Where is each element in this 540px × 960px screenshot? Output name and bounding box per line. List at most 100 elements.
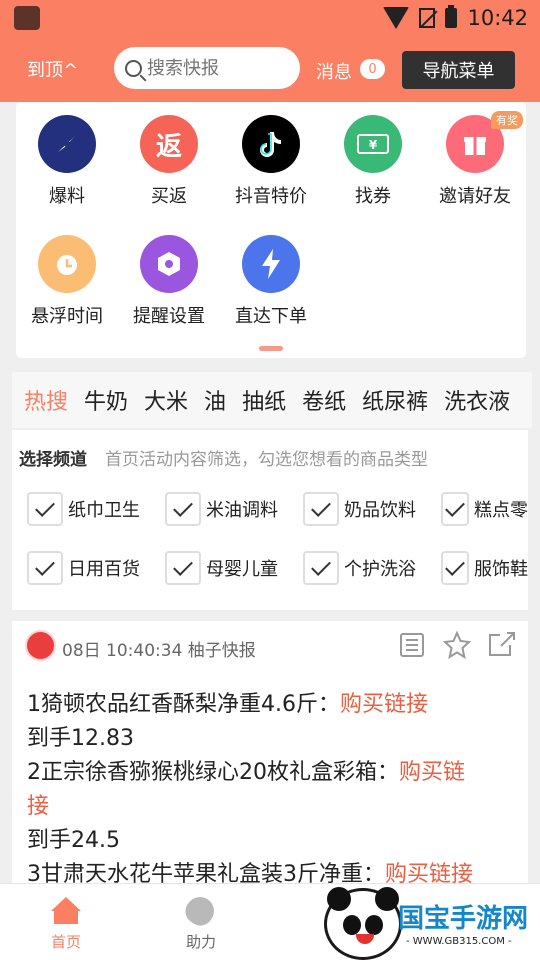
tag-item[interactable]: 纸尿裤 — [354, 384, 436, 416]
sim-icon — [419, 8, 436, 28]
checkbox-checked-icon — [165, 551, 201, 585]
navigation-menu-button[interactable]: 导航菜单 — [402, 51, 515, 89]
messages-label[interactable]: 消息 — [316, 58, 352, 84]
tag-item[interactable]: 洗衣液 — [436, 384, 518, 416]
channel-label: 日用百货 — [68, 559, 140, 580]
back-to-top-button[interactable]: 到顶^ — [27, 56, 78, 82]
checkbox-checked-icon — [27, 492, 63, 526]
status-icons: 10:42 — [383, 5, 528, 31]
buy-link[interactable]: 购买链接 — [340, 692, 428, 717]
grid-item-direct-order[interactable]: 直达下单 — [220, 222, 322, 332]
channel-label: 母婴儿童 — [206, 559, 278, 580]
battery-icon — [445, 5, 458, 28]
tag-item[interactable]: 牛奶 — [76, 384, 136, 416]
lightning-icon — [242, 235, 300, 293]
news-avatar — [25, 630, 56, 661]
channel-checkbox[interactable]: 纸巾卫生 — [27, 492, 140, 526]
checkbox-checked-icon — [303, 492, 339, 526]
grid-item-label: 找券 — [355, 186, 391, 207]
news-line: 1猗顿农品红香酥梨净重4.6斤：购买链接 — [27, 692, 429, 717]
news-body: 1猗顿农品红香酥梨净重4.6斤：购买链接 到手12.83 2正宗徐香猕猴桃绿心2… — [27, 688, 517, 883]
grid-item-invite[interactable]: 有奖 邀请好友 — [424, 102, 526, 212]
tab-label: 首页 — [50, 933, 81, 951]
search-box[interactable] — [114, 47, 300, 89]
search-icon — [125, 59, 142, 77]
buy-link[interactable]: 购买链 — [399, 760, 465, 785]
channel-checkbox[interactable]: 米油调料 — [165, 492, 278, 526]
status-bar: 10:42 — [0, 0, 540, 36]
svg-text:¥: ¥ — [369, 138, 378, 152]
page-indicator — [259, 346, 283, 351]
channel-checkbox[interactable]: 母婴儿童 — [165, 551, 278, 585]
channel-checkbox[interactable]: 个护洗浴 — [303, 551, 416, 585]
grid-item-label: 爆料 — [49, 186, 85, 207]
tag-item[interactable]: 抽纸 — [234, 384, 294, 416]
settings-icon — [140, 235, 198, 293]
fan-character-icon: 返 — [140, 115, 198, 173]
tag-hot[interactable]: 热搜 — [12, 384, 76, 416]
watermark-url: - WWW.GB315.COM - — [406, 936, 512, 947]
buy-link[interactable]: 接 — [27, 794, 49, 819]
news-line: 到手24.5 — [27, 828, 120, 853]
checkbox-checked-icon — [165, 492, 201, 526]
grid-item-label: 直达下单 — [235, 306, 307, 327]
wifi-icon — [383, 7, 410, 29]
star-icon[interactable] — [443, 631, 471, 659]
tag-item[interactable]: 卷纸 — [294, 384, 354, 416]
hot-search-tags: 热搜 牛奶 大米 油 抽纸 卷纸 纸尿裤 洗衣液 — [12, 372, 532, 428]
tab-home[interactable]: 首页 — [36, 892, 96, 952]
news-card: 08日 10:40:34 柚子快报 1猗顿农品红香酥梨净重4.6斤：购买链接 到… — [12, 621, 528, 883]
channel-filter-card: 选择频道 首页活动内容筛选，勾选您想看的商品类型 纸巾卫生 米油调料 奶品饮料 … — [12, 430, 528, 610]
list-icon[interactable] — [398, 631, 426, 659]
news-meta: 08日 10:40:34 柚子快报 — [62, 641, 256, 661]
checkbox-checked-icon — [303, 551, 339, 585]
channel-label: 纸巾卫生 — [68, 500, 140, 521]
alarm-clock-icon — [38, 235, 96, 293]
news-line: 接 — [27, 790, 517, 824]
grid-item-floating-time[interactable]: 悬浮时间 — [16, 222, 118, 332]
channel-label: 服饰鞋 — [474, 559, 528, 580]
grid-item-douyin[interactable]: 抖音特价 — [220, 102, 322, 212]
checkbox-checked-icon — [441, 492, 469, 526]
message-count-badge: 0 — [360, 59, 385, 79]
quick-actions-card: 爆料 返 买返 抖音特价 ¥ 找券 有奖 邀请好友 悬浮时间 提醒设置 直达下单 — [16, 102, 526, 358]
site-watermark: 国宝手游网 - WWW.GB315.COM - — [316, 887, 540, 960]
tiktok-icon — [242, 115, 300, 173]
channel-label: 米油调料 — [206, 500, 278, 521]
grid-item-label: 提醒设置 — [133, 306, 205, 327]
home-icon — [51, 897, 81, 927]
channel-checkbox[interactable]: 奶品饮料 — [303, 492, 416, 526]
channel-checkbox[interactable]: 糕点零 — [441, 492, 528, 526]
grid-item-label: 买返 — [151, 186, 187, 207]
channel-description: 首页活动内容筛选，勾选您想看的商品类型 — [105, 450, 428, 470]
checkbox-checked-icon — [441, 551, 469, 585]
search-input[interactable] — [147, 57, 287, 79]
grid-item-maifan[interactable]: 返 买返 — [118, 102, 220, 212]
grid-item-reminder-settings[interactable]: 提醒设置 — [118, 222, 220, 332]
tag-item[interactable]: 大米 — [136, 384, 196, 416]
grid-item-coupon[interactable]: ¥ 找券 — [322, 102, 424, 212]
reward-badge: 有奖 — [491, 111, 523, 129]
coupon-icon: ¥ — [344, 115, 402, 173]
news-line: 2正宗徐香猕猴桃绿心20枚礼盒彩箱：购买链 — [27, 760, 466, 785]
share-icon[interactable] — [488, 631, 516, 659]
news-line: 3甘肃天水花牛苹果礼盒装3斤净重：购买链接 — [27, 858, 517, 883]
grid-item-baoliao[interactable]: 爆料 — [16, 102, 118, 212]
tab-assist[interactable]: 助力 — [171, 891, 231, 952]
channel-checkbox[interactable]: 日用百货 — [27, 551, 140, 585]
channel-label: 糕点零 — [474, 500, 528, 521]
app-screen: 10:42 到顶^ 消息 0 导航菜单 爆料 返 买返 抖音 — [0, 0, 540, 960]
watermark-title: 国宝手游网 — [398, 904, 529, 934]
grid-item-label: 抖音特价 — [235, 186, 307, 207]
channel-label: 个护洗浴 — [344, 559, 416, 580]
news-line: 到手12.83 — [27, 726, 134, 751]
checkbox-checked-icon — [27, 551, 63, 585]
app-icon — [14, 6, 40, 30]
channel-label: 奶品饮料 — [344, 500, 416, 521]
status-time: 10:42 — [467, 6, 528, 30]
tag-item[interactable]: 油 — [196, 384, 234, 416]
channel-checkbox[interactable]: 服饰鞋 — [441, 551, 528, 585]
panda-logo-icon — [324, 887, 402, 960]
buy-link[interactable]: 购买链接 — [385, 862, 473, 883]
compass-icon — [38, 115, 96, 173]
